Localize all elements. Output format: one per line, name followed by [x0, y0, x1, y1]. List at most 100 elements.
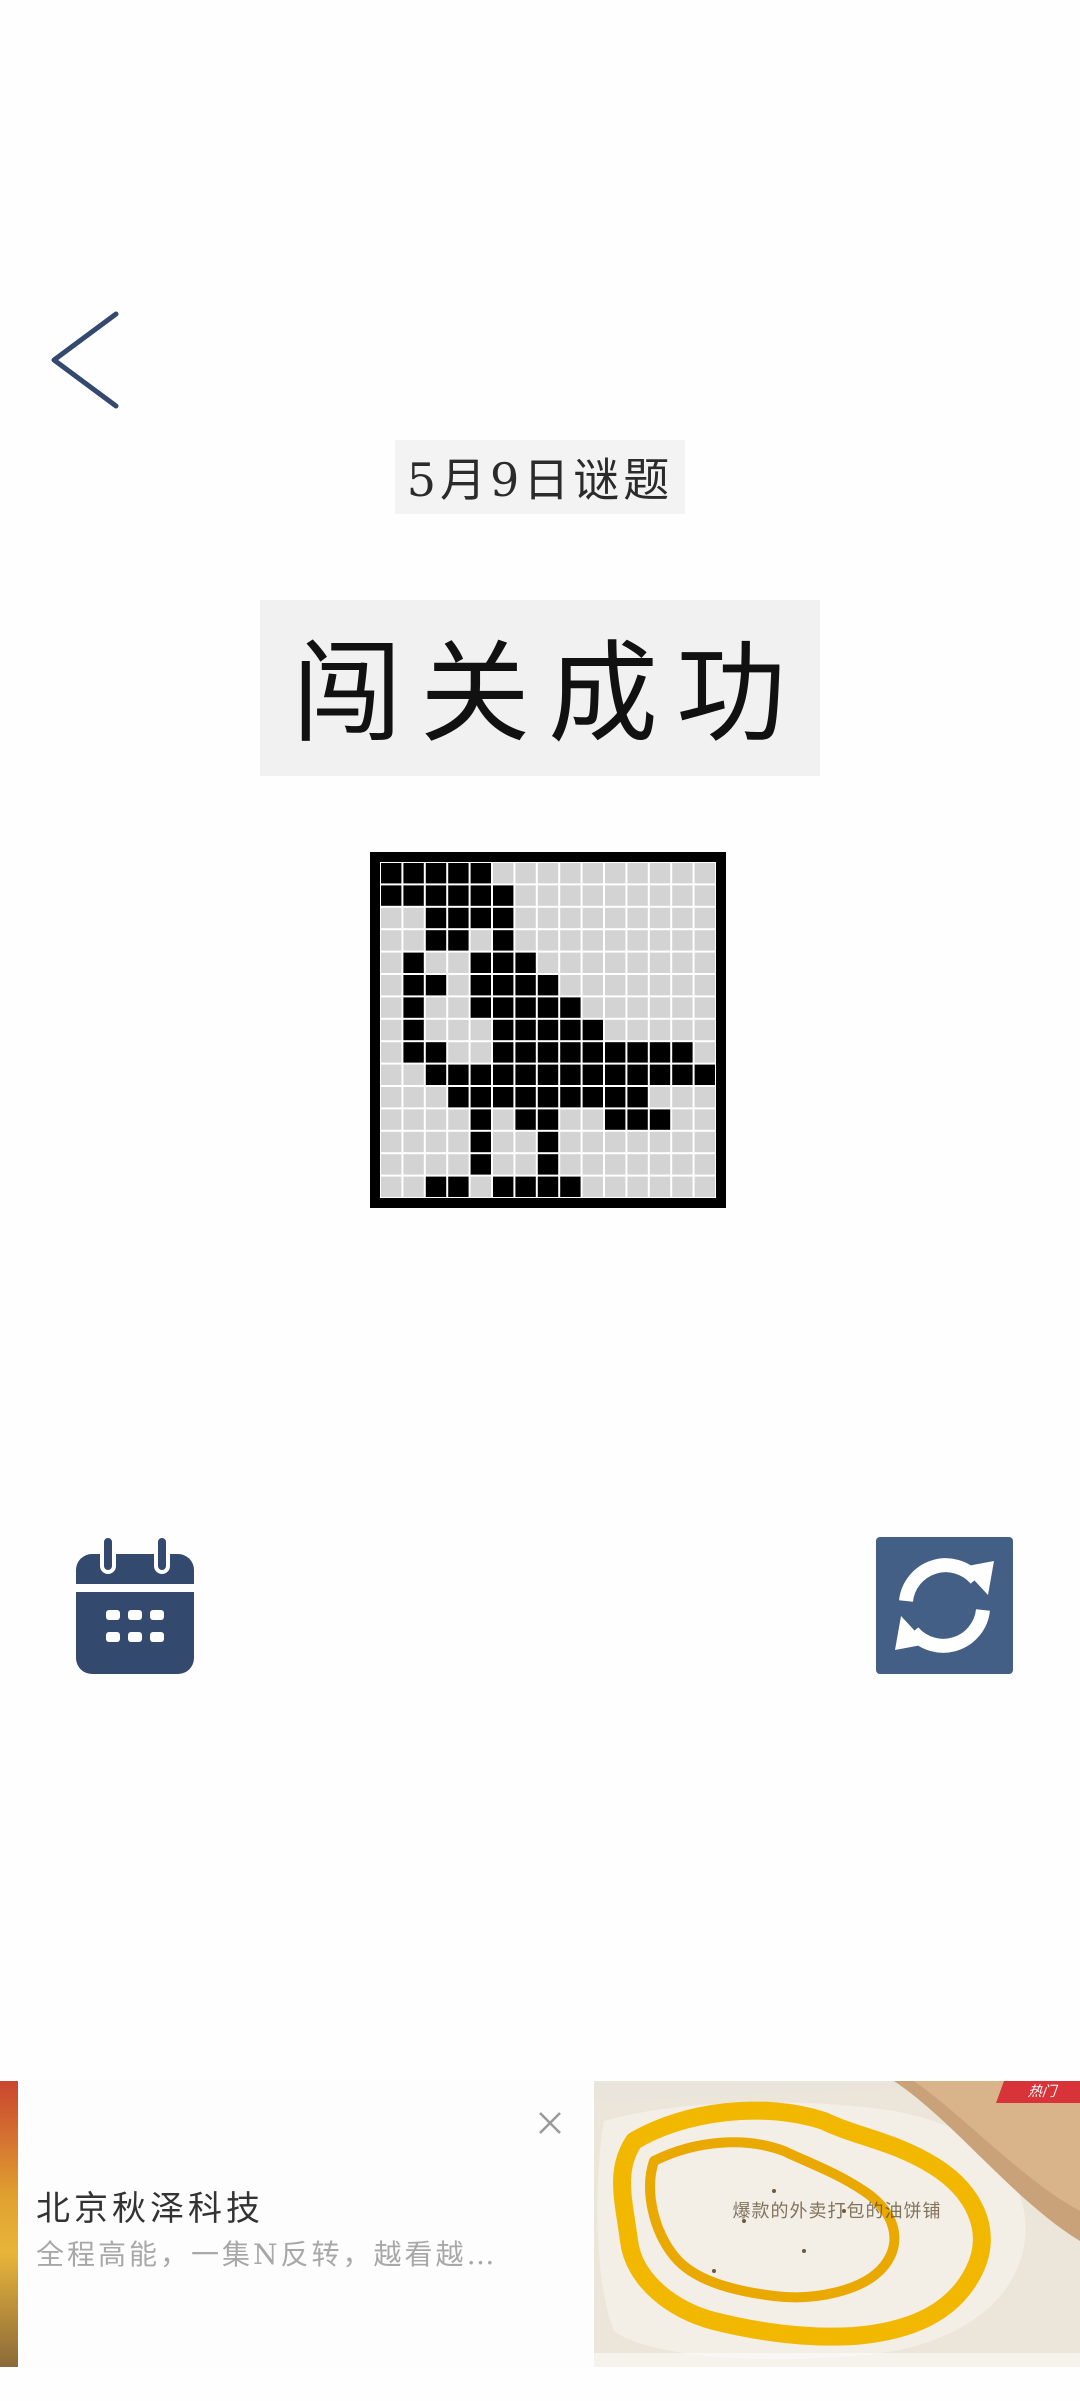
grid-cell-empty	[515, 930, 536, 951]
grid-cell-empty	[672, 1087, 693, 1108]
calendar-button[interactable]	[76, 1534, 194, 1674]
grid-cell-empty	[582, 1154, 603, 1175]
grid-cell-empty	[582, 907, 603, 929]
grid-cell-filled	[448, 930, 469, 951]
ad-description: 全程高能，一集N反转，越看越…	[36, 2238, 498, 2271]
grid-cell-filled	[381, 863, 402, 884]
grid-cell-empty	[425, 1087, 447, 1108]
grid-cell-empty	[649, 885, 671, 906]
grid-cell-empty	[425, 1154, 447, 1175]
grid-cell-filled	[649, 1109, 671, 1130]
grid-cell-empty	[425, 952, 447, 973]
grid-cell-empty	[627, 930, 648, 951]
grid-cell-filled	[537, 1064, 559, 1085]
refresh-button[interactable]	[876, 1537, 1013, 1674]
grid-cell-filled	[649, 1064, 671, 1085]
grid-cell-filled	[470, 997, 491, 1018]
calendar-icon	[76, 1534, 194, 1674]
grid-cell-empty	[381, 930, 402, 951]
grid-cell-empty	[672, 1109, 693, 1130]
grid-cell-filled	[515, 1019, 536, 1041]
grid-cell-empty	[605, 1176, 626, 1197]
grid-cell-empty	[649, 1019, 671, 1041]
grid-cell-empty	[694, 1176, 715, 1197]
grid-cell-empty	[403, 1154, 424, 1175]
grid-cell-empty	[627, 885, 648, 906]
grid-cell-filled	[470, 885, 491, 906]
grid-cell-filled	[493, 1042, 514, 1063]
grid-cell-filled	[537, 997, 559, 1018]
grid-cell-filled	[448, 1176, 469, 1197]
grid-cell-empty	[582, 975, 603, 996]
grid-cell-empty	[672, 930, 693, 951]
grid-cell-filled	[425, 975, 447, 996]
back-button[interactable]	[40, 300, 140, 420]
grid-cell-filled	[470, 975, 491, 996]
grid-cell-filled	[403, 975, 424, 996]
grid-cell-empty	[470, 1019, 491, 1041]
grid-cell-empty	[403, 1087, 424, 1108]
grid-cell-filled	[403, 885, 424, 906]
grid-cell-filled	[493, 930, 514, 951]
grid-cell-empty	[403, 1131, 424, 1153]
grid-cell-filled	[537, 1019, 559, 1041]
grid-cell-empty	[448, 1042, 469, 1063]
grid-cell-empty	[627, 1019, 648, 1041]
grid-cell-empty	[694, 1131, 715, 1153]
grid-cell-empty	[515, 1131, 536, 1153]
grid-cell-filled	[582, 1064, 603, 1085]
grid-cell-empty	[381, 1176, 402, 1197]
grid-cell-filled	[560, 1087, 581, 1108]
grid-cell-empty	[448, 952, 469, 973]
grid-cell-empty	[381, 1154, 402, 1175]
grid-cell-filled	[515, 1109, 536, 1130]
grid-cell-empty	[672, 952, 693, 973]
grid-cell-empty	[537, 930, 559, 951]
grid-cell-empty	[605, 1154, 626, 1175]
chevron-left-icon	[51, 311, 119, 409]
ad-close-button[interactable]	[530, 2103, 570, 2143]
grid-cell-filled	[448, 863, 469, 884]
grid-cell-empty	[649, 1176, 671, 1197]
grid-cell-empty	[448, 997, 469, 1018]
grid-cell-empty	[649, 952, 671, 973]
grid-cell-filled	[537, 1042, 559, 1063]
grid-cell-filled	[425, 1042, 447, 1063]
grid-cell-empty	[515, 863, 536, 884]
grid-cell-filled	[694, 1064, 715, 1085]
grid-cell-empty	[605, 863, 626, 884]
grid-cell-empty	[381, 1087, 402, 1108]
grid-cell-empty	[605, 885, 626, 906]
grid-cell-empty	[649, 997, 671, 1018]
level-complete-title: 闯关成功	[0, 600, 1080, 776]
ad-banner[interactable]: 北京秋泽科技 全程高能，一集N反转，越看越… 爆款的外卖打包的油饼铺 热门	[0, 2081, 1080, 2367]
grid-cell-filled	[403, 1019, 424, 1041]
grid-cell-filled	[537, 1109, 559, 1130]
grid-cell-empty	[694, 1154, 715, 1175]
ad-previous-slide	[0, 2081, 18, 2367]
ad-image[interactable]: 爆款的外卖打包的油饼铺 热门	[594, 2081, 1080, 2367]
grid-cell-empty	[403, 907, 424, 929]
grid-cell-filled	[448, 1064, 469, 1085]
grid-cell-empty	[582, 997, 603, 1018]
grid-cell-filled	[448, 1087, 469, 1108]
grid-cell-filled	[560, 1064, 581, 1085]
grid-cell-empty	[649, 863, 671, 884]
grid-cell-filled	[582, 1042, 603, 1063]
grid-cell-empty	[694, 885, 715, 906]
grid-cell-empty	[381, 997, 402, 1018]
puzzle-grid-canvas	[380, 862, 716, 1198]
grid-cell-filled	[560, 1176, 581, 1197]
grid-cell-filled	[515, 1042, 536, 1063]
grid-cell-empty	[649, 1087, 671, 1108]
grid-cell-empty	[627, 975, 648, 996]
grid-cell-empty	[560, 952, 581, 973]
grid-cell-filled	[425, 863, 447, 884]
grid-cell-empty	[537, 907, 559, 929]
grid-cell-filled	[672, 1042, 693, 1063]
grid-cell-empty	[470, 930, 491, 951]
grid-cell-filled	[627, 1042, 648, 1063]
grid-cell-empty	[627, 952, 648, 973]
grid-cell-empty	[515, 885, 536, 906]
grid-cell-filled	[515, 975, 536, 996]
